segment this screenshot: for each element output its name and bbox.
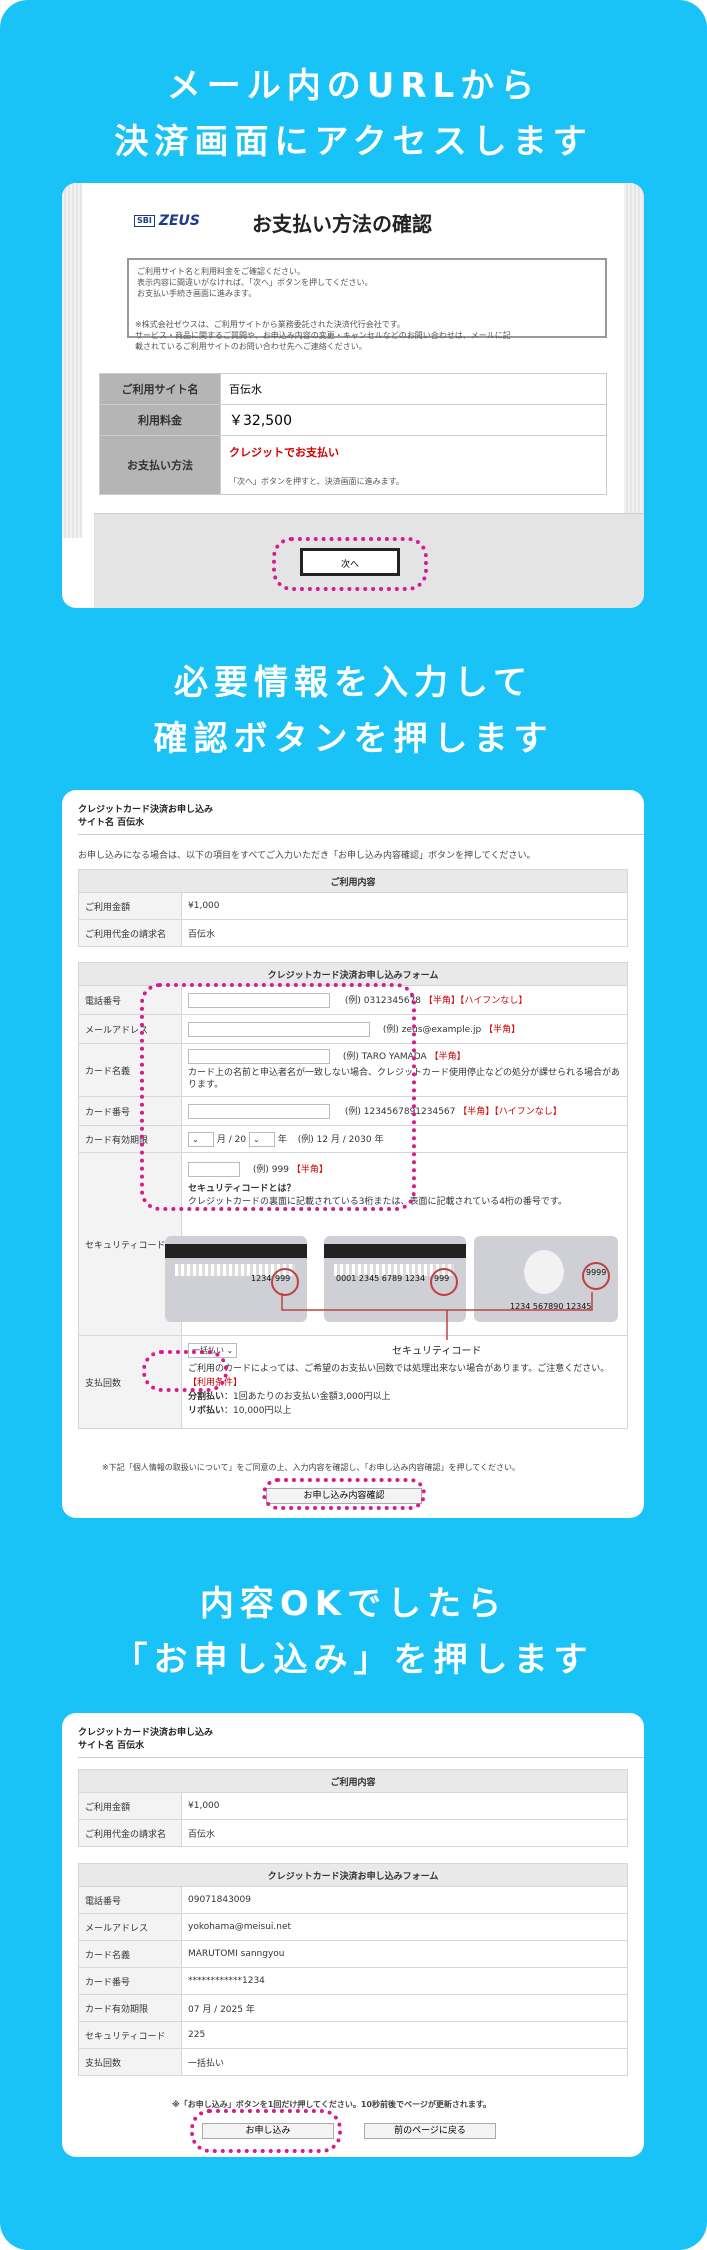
row-value: yokohama@meisui.net — [181, 1913, 628, 1941]
confirm-form-table: クレジットカード決済お申し込みフォーム 電話番号 09071843009 メールア… — [78, 1863, 628, 2076]
notice-line: ご利用サイト名と利用料金をご確認ください。 — [137, 267, 305, 276]
row-label: メールアドレス — [78, 1913, 182, 1941]
payment-method-note: 「次へ」ボタンを押すと、決済画面に進みます。 — [229, 476, 404, 486]
notice-disclaimer: ※株式会社ゼウスは、ご利用サイトから業務委託された決済代行会社です。 サービス・… — [135, 319, 605, 352]
row-value: 07 月 / 2025 年 — [181, 1994, 628, 2022]
page: メール内のURLから 決済画面にアクセスします SBI ZEUS お支払い方法の… — [0, 0, 707, 2250]
next-button[interactable]: 次へ — [300, 548, 400, 576]
table-row: カード番号 ************1234 — [78, 1967, 628, 1995]
row-value: 09071843009 — [181, 1886, 628, 1914]
step1-heading-line1: メール内のURLから — [166, 66, 541, 106]
notice-line: サービス・商品に関するご質問や、お申込み内容の変更・キャンセルなどのお問い合わせ… — [135, 331, 511, 340]
step2-heading-line2: 確認ボタンを押します — [153, 719, 554, 759]
row-label: 支払回数 — [78, 2048, 182, 2076]
security-code-caption: セキュリティコード — [392, 1346, 482, 1357]
card-input-screen: クレジットカード決済お申し込み サイト名 百伝水 お申し込みになる場合は、以下の… — [62, 790, 644, 1518]
screen-header-title: クレジットカード決済お申し込み — [78, 1728, 214, 1738]
row-label: 電話番号 — [78, 1886, 182, 1914]
form-table-title: クレジットカード決済お申し込みフォーム — [78, 1863, 628, 1887]
row-value: ¥1,000 — [181, 1792, 628, 1820]
payment-method: クレジットでお支払い — [229, 445, 339, 459]
row-value: 225 — [181, 2021, 628, 2049]
notice-line: お支払い手続き画面に進みます。 — [137, 289, 257, 298]
left-stripe — [62, 183, 82, 538]
table-row: 支払回数 一括払い — [78, 2048, 628, 2076]
row-value: 一括払い — [181, 2048, 628, 2076]
payment-summary-table: ご利用サイト名 百伝水 利用料金 ￥32,500 お支払い方法 クレジットでお支… — [99, 373, 607, 495]
right-stripe — [624, 183, 644, 538]
screen-header: クレジットカード決済お申し込み サイト名 百伝水 — [78, 1727, 213, 1753]
row-value: クレジットでお支払い 「次へ」ボタンを押すと、決済画面に進みます。 — [220, 435, 607, 495]
table-row: カード名義 MARUTOMI sanngyou — [78, 1940, 628, 1968]
table-row: 電話番号 09071843009 — [78, 1886, 628, 1914]
row-value: ************1234 — [181, 1967, 628, 1995]
zeus-logo: SBI ZEUS — [134, 213, 200, 229]
privacy-note: ※下記「個人情報の取扱いについて」をご同意の上、入力内容を確認し、「お申し込み内… — [102, 1463, 520, 1472]
row-label: ご利用金額 — [78, 1792, 182, 1820]
table-row: セキュリティコード 225 — [78, 2021, 628, 2049]
usage-table: ご利用内容 ご利用金額 ¥1,000 ご利用代金の請求名 百伝水 — [78, 1769, 628, 1847]
step1-heading-line2: 決済画面にアクセスします — [114, 122, 593, 162]
row-label: 利用料金 — [99, 404, 221, 436]
page-title: お支払い方法の確認 — [252, 212, 432, 236]
table-row: ご利用金額 ¥1,000 — [78, 1792, 628, 1820]
table-row: メールアドレス yokohama@meisui.net — [78, 1913, 628, 1941]
step3-heading-line1: 内容OKでしたら — [199, 1584, 508, 1624]
zeus-logo-text: ZEUS — [158, 213, 201, 229]
back-button[interactable]: 前のページに戻る — [364, 2123, 496, 2139]
notice-line: 載されているご利用サイトのお問い合わせ先へご連絡ください。 — [135, 342, 367, 351]
confirm-button[interactable]: お申し込み内容確認 — [266, 1488, 422, 1504]
table-row: 利用料金 ￥32,500 — [99, 404, 607, 436]
site-name: サイト名 百伝水 — [78, 1741, 145, 1751]
step2-heading-line1: 必要情報を入力して — [174, 663, 533, 703]
security-code-connector — [281, 1292, 593, 1340]
sbi-logo-text: SBI — [134, 215, 155, 227]
divider — [78, 1757, 644, 1758]
row-value: 百伝水 — [181, 1819, 628, 1847]
row-label: ご利用サイト名 — [99, 373, 221, 405]
step3-heading-line2: 「お申し込み」を押します — [113, 1640, 594, 1680]
table-row: ご利用サイト名 百伝水 — [99, 373, 607, 405]
row-value: ￥32,500 — [220, 404, 607, 436]
row-label: セキュリティコード — [78, 2021, 182, 2049]
row-value: 百伝水 — [220, 373, 607, 405]
row-label: カード有効期限 — [78, 1994, 182, 2022]
row-label: カード名義 — [78, 1940, 182, 1968]
row-label: ご利用代金の請求名 — [78, 1819, 182, 1847]
row-label: お支払い方法 — [99, 435, 221, 495]
usage-table-title: ご利用内容 — [78, 1769, 628, 1793]
step2-heading: 必要情報を入力して 確認ボタンを押します — [0, 655, 707, 767]
row-label: カード番号 — [78, 1967, 182, 1995]
notice-line: 表示内容に間違いがなければ、「次へ」ボタンを押してください。 — [137, 278, 373, 287]
notice-line: ※株式会社ゼウスは、ご利用サイトから業務委託された決済代行会社です。 — [135, 320, 405, 329]
step3-heading: 内容OKでしたら 「お申し込み」を押します — [0, 1576, 707, 1688]
submit-button[interactable]: お申し込み — [202, 2123, 334, 2139]
table-row: カード有効期限 07 月 / 2025 年 — [78, 1994, 628, 2022]
confirmation-screen: クレジットカード決済お申し込み サイト名 百伝水 ご利用内容 ご利用金額 ¥1,… — [62, 1713, 644, 2157]
payment-confirm-screen: SBI ZEUS お支払い方法の確認 ご利用サイト名と利用料金をご確認ください。… — [62, 183, 644, 608]
submit-notice: ※「お申し込み」ボタンを1回だけ押してください。10秒前後でページが更新されます… — [172, 2100, 492, 2109]
table-row: ご利用代金の請求名 百伝水 — [78, 1819, 628, 1847]
row-value: MARUTOMI sanngyou — [181, 1940, 628, 1968]
table-row: お支払い方法 クレジットでお支払い 「次へ」ボタンを押すと、決済画面に進みます。 — [99, 435, 607, 495]
step1-heading: メール内のURLから 決済画面にアクセスします — [0, 58, 707, 170]
